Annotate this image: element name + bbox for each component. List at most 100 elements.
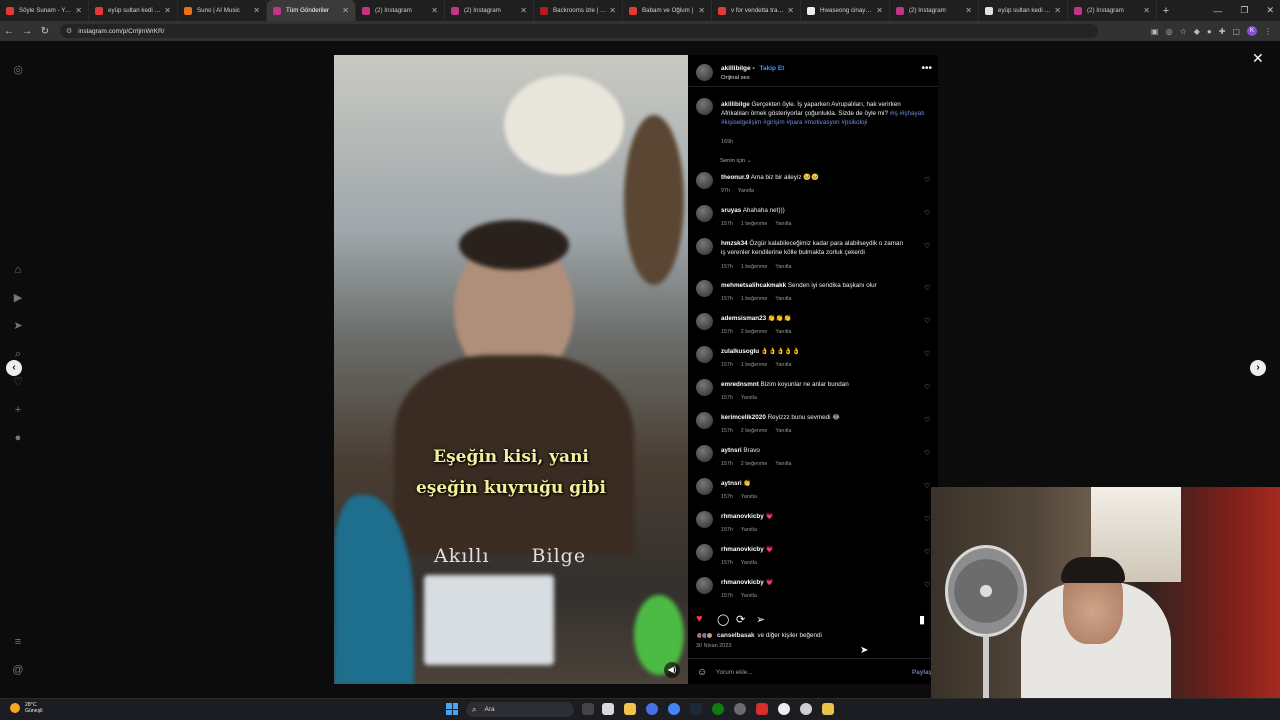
audio-label[interactable]: Orijinal ses	[721, 75, 750, 81]
home-icon[interactable]: ⌂	[11, 263, 25, 277]
threads-icon[interactable]: @	[11, 663, 25, 677]
avatar[interactable]	[696, 379, 713, 396]
comment-username[interactable]: theonur.9	[721, 174, 749, 181]
browser-tab[interactable]: (2) Instagram ✕	[1068, 0, 1157, 21]
avatar[interactable]	[696, 313, 713, 330]
new-tab-button[interactable]: +	[1157, 5, 1175, 17]
likes-username[interactable]: canselbasak	[717, 632, 754, 639]
post-comment-button[interactable]: Paylaş	[912, 669, 932, 676]
tab-close-icon[interactable]: ✕	[75, 6, 82, 15]
forward-icon[interactable]: →	[18, 26, 36, 37]
browser-tab[interactable]: Babam ve Oğlum | ✕	[623, 0, 712, 21]
save-bookmark-icon[interactable]: ▮	[919, 613, 925, 626]
avatar[interactable]	[696, 511, 713, 528]
avatar[interactable]	[696, 544, 713, 561]
avatar[interactable]	[696, 172, 713, 189]
tab-close-icon[interactable]: ✕	[609, 6, 616, 15]
tab-close-icon[interactable]: ✕	[698, 6, 705, 15]
reply-button[interactable]: Yanıtla	[741, 395, 757, 401]
comment-likes[interactable]: 1 beğenme	[741, 264, 768, 270]
back-icon[interactable]: ←	[0, 26, 18, 37]
profile-icon[interactable]: ●	[11, 431, 25, 445]
reply-button[interactable]: Yanıtla	[741, 527, 757, 533]
avatar[interactable]	[696, 205, 713, 222]
bookmark-star-icon[interactable]: ☆	[1180, 27, 1187, 36]
reply-button[interactable]: Yanıtla	[775, 329, 791, 335]
store-icon[interactable]	[602, 703, 614, 715]
tab-close-icon[interactable]: ✕	[965, 6, 972, 15]
avatar[interactable]	[696, 577, 713, 594]
start-button[interactable]	[446, 703, 458, 715]
comment-likes[interactable]: 2 beğenme	[741, 329, 768, 335]
like-heart-icon[interactable]: ♥	[696, 613, 703, 625]
comment-like-icon[interactable]: ♡	[924, 176, 930, 184]
taskbar-search[interactable]: ⌕ Ara	[466, 702, 574, 717]
tab-close-icon[interactable]: ✕	[431, 6, 438, 15]
app-icon[interactable]	[778, 703, 790, 715]
comment-username[interactable]: hmzsk34	[721, 240, 748, 247]
profile-avatar[interactable]: K	[1247, 26, 1257, 36]
next-post-button[interactable]: ›	[1250, 360, 1266, 376]
comment-username[interactable]: aytnsri	[721, 447, 742, 454]
comment-like-icon[interactable]: ♡	[924, 317, 930, 325]
reply-button[interactable]: Yanıtla	[741, 494, 757, 500]
comment-like-icon[interactable]: ♡	[924, 482, 930, 490]
minimize-icon[interactable]: —	[1213, 6, 1222, 16]
comment-likes[interactable]: 2 beğenme	[741, 461, 768, 467]
browser-tab[interactable]: (2) Instagram ✕	[445, 0, 534, 21]
comment-likes[interactable]: 1 beğenme	[741, 362, 768, 368]
browser-tab[interactable]: Suno | AI Music ✕	[178, 0, 267, 21]
comment-username[interactable]: rhmanovkicby	[721, 546, 764, 553]
avatar[interactable]	[696, 445, 713, 462]
avatar[interactable]	[696, 64, 713, 81]
comment-like-icon[interactable]: ♡	[924, 209, 930, 217]
comment-username[interactable]: rhmanovkicby	[721, 513, 764, 520]
caption-username[interactable]: akillibilge	[721, 101, 750, 108]
tab-close-icon[interactable]: ✕	[876, 6, 883, 15]
tab-close-icon[interactable]: ✕	[342, 6, 349, 15]
tab-close-icon[interactable]: ✕	[164, 6, 171, 15]
repost-icon[interactable]: ⟳	[736, 613, 745, 626]
comment-likes[interactable]: 1 beğenme	[741, 296, 768, 302]
post-video[interactable]: Eşeğin kisi, yani eşeğin kuyruğu gibi Ak…	[334, 55, 688, 684]
comment-like-icon[interactable]: ♡	[924, 284, 930, 292]
app-icon[interactable]	[756, 703, 768, 715]
avatar[interactable]	[696, 280, 713, 297]
avatar[interactable]	[696, 478, 713, 495]
avatar[interactable]	[696, 412, 713, 429]
weather-widget[interactable]: 28°C Güneşli	[10, 702, 43, 714]
reply-button[interactable]: Yanıtla	[775, 296, 791, 302]
steam-icon[interactable]	[690, 703, 702, 715]
avatar[interactable]	[696, 346, 713, 363]
close-icon[interactable]: ✕	[1252, 50, 1264, 67]
comment-username[interactable]: sruyas	[721, 207, 741, 214]
username-link[interactable]: akillibilge	[721, 65, 751, 72]
app-icon[interactable]	[646, 703, 658, 715]
browser-tab[interactable]: eyüp sultan kedi belgesel✕	[89, 0, 178, 21]
comment-like-icon[interactable]: ♡	[924, 581, 930, 589]
reply-button[interactable]: Yanıtla	[775, 428, 791, 434]
task-view-icon[interactable]	[582, 703, 594, 715]
comment-icon[interactable]: ◯	[717, 613, 729, 626]
tab-close-icon[interactable]: ✕	[787, 6, 794, 15]
extension-icon[interactable]: ◆	[1194, 27, 1200, 36]
reply-button[interactable]: Yanıtla	[775, 362, 791, 368]
comment-username[interactable]: kerimcelik2020	[721, 414, 766, 421]
browser-tab[interactable]: Söyle Sunam - YouTube✕	[0, 0, 89, 21]
chrome-icon[interactable]	[668, 703, 680, 715]
settings-gear-icon[interactable]	[734, 703, 746, 715]
comment-username[interactable]: rhmanovkicby	[721, 579, 764, 586]
browser-tab[interactable]: Tüm Gönderiler ✕	[267, 0, 356, 21]
reply-button[interactable]: Yanıtla	[775, 221, 791, 227]
reply-button[interactable]: Yanıtla	[775, 461, 791, 467]
window-close-icon[interactable]: ✕	[1266, 5, 1274, 16]
reply-button[interactable]: Yanıtla	[775, 264, 791, 270]
reload-icon[interactable]: ↻	[36, 26, 54, 37]
tab-close-icon[interactable]: ✕	[1054, 6, 1061, 15]
more-menu-icon[interactable]: ≡	[11, 635, 25, 649]
share-icon[interactable]: ➢	[756, 613, 765, 626]
app-icon[interactable]	[822, 703, 834, 715]
likes-summary[interactable]: canselbasak ve diğer kişiler beğendi	[696, 632, 822, 639]
browser-tab[interactable]: v for vendetta trailer ✕	[712, 0, 801, 21]
tab-close-icon[interactable]: ✕	[253, 6, 260, 15]
